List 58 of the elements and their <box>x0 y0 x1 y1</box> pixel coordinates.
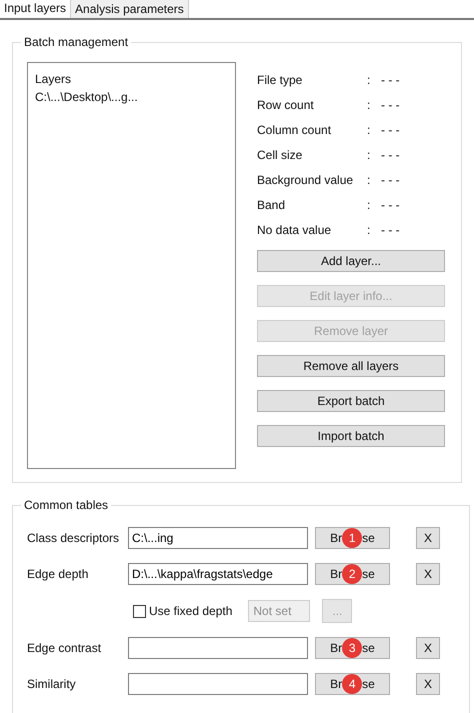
path-field[interactable] <box>128 637 308 659</box>
number-badge: 2 <box>342 564 362 584</box>
clear-button[interactable]: X <box>416 637 440 659</box>
browse-text-end: se <box>362 566 375 583</box>
group-title: Batch management <box>21 34 132 50</box>
action-button[interactable]: Import batch <box>257 425 445 447</box>
field-label: Class descriptors <box>27 530 120 547</box>
property-separator: : <box>367 72 372 89</box>
layers-list[interactable]: Layers C:\...\Desktop\...g... <box>27 62 236 469</box>
path-field[interactable] <box>128 673 308 695</box>
browse-text-start: Br <box>330 530 342 547</box>
clear-button[interactable]: X <box>416 527 440 549</box>
layer-item[interactable]: C:\...\Desktop\...g... <box>35 88 228 106</box>
property-value: - - - <box>381 72 400 89</box>
browse-text-end: se <box>362 530 375 547</box>
property-label: Column count <box>257 122 332 139</box>
path-field[interactable]: C:\...ing <box>128 527 308 549</box>
tab[interactable]: Analysis parameters <box>71 0 189 18</box>
browse-text-end: se <box>362 676 375 693</box>
list-header: Layers <box>35 71 72 88</box>
property-separator: : <box>367 147 372 164</box>
property-separator: : <box>367 172 372 189</box>
property-value: - - - <box>381 172 400 189</box>
property-label: File type <box>257 72 304 89</box>
property-separator: : <box>367 197 372 214</box>
field-label: Edge contrast <box>27 640 102 657</box>
clear-button[interactable]: X <box>416 563 440 585</box>
action-button[interactable]: Export batch <box>257 390 445 412</box>
property-label: Cell size <box>257 147 304 164</box>
property-value: - - - <box>381 197 400 214</box>
property-separator: : <box>367 97 372 114</box>
property-label: Background value <box>257 172 354 189</box>
browse-button[interactable]: Br 4 se <box>315 673 390 695</box>
number-badge: 1 <box>342 528 362 548</box>
field-label: Edge depth <box>27 566 90 583</box>
property-label: No data value <box>257 222 332 239</box>
browse-button[interactable]: Br 2 se <box>315 563 390 585</box>
field-label: Similarity <box>27 676 77 693</box>
number-badge: 3 <box>342 638 362 658</box>
action-button[interactable]: Add layer... <box>257 250 445 272</box>
property-value: - - - <box>381 122 400 139</box>
property-value: - - - <box>381 147 400 164</box>
property-value: - - - <box>381 97 400 114</box>
browse-button[interactable]: Br 3 se <box>315 637 390 659</box>
browse-text-start: Br <box>330 640 342 657</box>
clear-button[interactable]: X <box>416 673 440 695</box>
browse-text-end: se <box>362 640 375 657</box>
action-button[interactable]: Remove all layers <box>257 355 445 377</box>
path-field[interactable]: D:\...\kappa\fragstats\edge <box>128 563 308 585</box>
property-value: - - - <box>381 222 400 239</box>
property-separator: : <box>367 122 372 139</box>
browse-text-start: Br <box>330 676 342 693</box>
property-separator: : <box>367 222 372 239</box>
property-label: Row count <box>257 97 315 114</box>
browse-button[interactable]: Br 1 se <box>315 527 390 549</box>
number-badge: 4 <box>342 674 362 694</box>
property-label: Band <box>257 197 286 214</box>
browse-text-start: Br <box>330 566 342 583</box>
